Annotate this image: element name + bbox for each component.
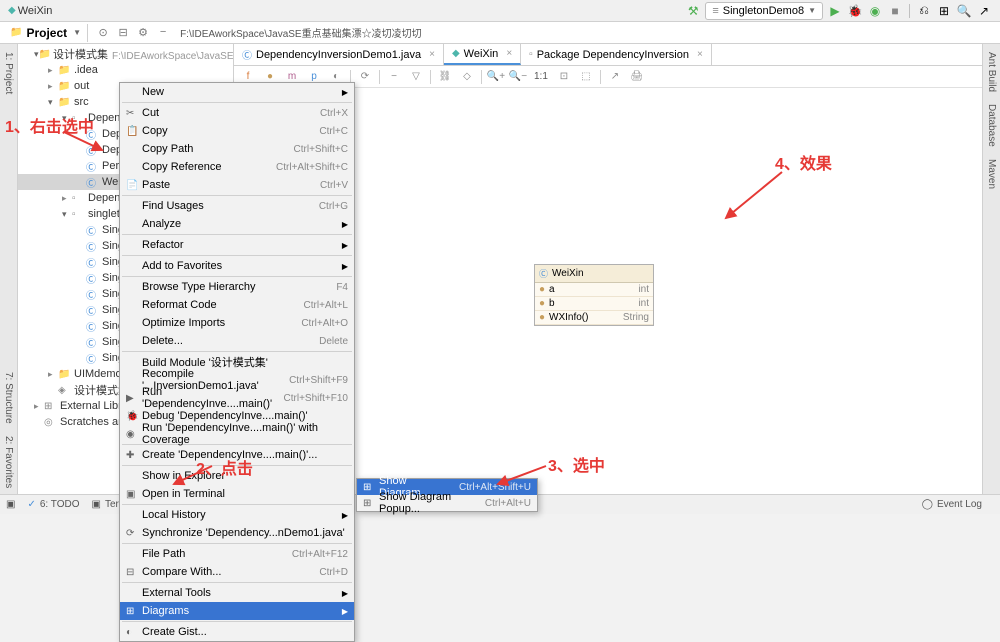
right-tool-rail: Ant Build Database Maven — [982, 44, 1000, 494]
menu-item[interactable]: Local History▶ — [120, 506, 354, 524]
menu-item[interactable]: 📄PasteCtrl+V — [120, 176, 354, 194]
status-tool-button[interactable]: ▣ — [6, 499, 15, 510]
zoom-level: 1:1 — [534, 71, 548, 82]
zoom-out-icon[interactable]: 🔍− — [508, 68, 528, 86]
menu-item[interactable]: Find UsagesCtrl+G — [120, 197, 354, 215]
menu-item[interactable]: ◐Create Gist... — [120, 623, 354, 641]
window-title: WeiXin — [18, 5, 53, 17]
menu-item[interactable]: ◉Run 'DependencyInve....main()' with Cov… — [120, 425, 354, 443]
export-icon[interactable]: ↗ — [605, 68, 625, 86]
zoom-in-icon[interactable]: 🔍+ — [486, 68, 506, 86]
settings-icon[interactable]: ⚙ — [134, 26, 152, 39]
menu-item[interactable]: Delete...Delete — [120, 332, 354, 350]
app-icon: ◆ — [8, 5, 16, 16]
update-icon[interactable]: ⊞ — [936, 3, 952, 19]
editor-tab[interactable]: ◆WeiXin× — [444, 44, 521, 65]
rail-maven[interactable]: Maven — [986, 159, 997, 189]
class-icon: Ⓒ — [539, 267, 548, 280]
uml-class-box[interactable]: Ⓒ WeiXin ●aint●bint●WXInfo()String — [534, 264, 654, 326]
menu-item[interactable]: Browse Type HierarchyF4 — [120, 278, 354, 296]
menu-item[interactable]: Add to Favorites▶ — [120, 257, 354, 275]
menu-item[interactable]: ⟳Synchronize 'Dependency...nDemo1.java' — [120, 524, 354, 542]
editor-tab[interactable]: ⒸDependencyInversionDemo1.java× — [234, 44, 444, 65]
link-icon[interactable]: ⛓ — [435, 68, 455, 86]
panel-name: Project — [26, 26, 67, 40]
hide-icon[interactable]: − — [154, 26, 172, 39]
uml-member: ●bint — [535, 297, 653, 311]
menu-item[interactable]: ▣Open in Terminal — [120, 485, 354, 503]
run-config-name: SingletonDemo8 — [723, 5, 804, 17]
submenu-item[interactable]: ⊞Show Diagram Popup...Ctrl+Alt+U — [357, 495, 537, 511]
config-icon: ≡ — [712, 5, 718, 17]
menu-item[interactable]: 📋CopyCtrl+C — [120, 122, 354, 140]
run-toolbar: ⚒ ≡ SingletonDemo8 ▼ ▶ 🐞 ◉ ■ ⎌ ⊞ 🔍 ↗ — [685, 2, 992, 20]
diagram-submenu[interactable]: ⊞Show Diagram...Ctrl+Alt+Shift+U⊞Show Di… — [356, 478, 538, 512]
leaf-icon[interactable]: ◇ — [457, 68, 477, 86]
coverage-button[interactable]: ◉ — [867, 3, 883, 19]
breadcrumb[interactable]: F:\IDEAworkSpace\JavaSE重点基础集漂☆凌切凌切切 — [180, 25, 422, 40]
title-bar: ◆ WeiXin ⚒ ≡ SingletonDemo8 ▼ ▶ 🐞 ◉ ■ ⎌ … — [0, 0, 1000, 22]
rail-ant[interactable]: Ant Build — [986, 52, 997, 92]
run-config-selector[interactable]: ≡ SingletonDemo8 ▼ — [705, 2, 823, 20]
menu-item[interactable]: Copy PathCtrl+Shift+C — [120, 140, 354, 158]
nav-bar: 📁 Project ▼ ⊙ ⊟ ⚙ − F:\IDEAworkSpace\Jav… — [0, 22, 1000, 44]
chevron-down-icon: ▼ — [73, 28, 81, 37]
stop-button[interactable]: ■ — [887, 3, 903, 19]
menu-item[interactable]: ✚Create 'DependencyInve....main()'... — [120, 446, 354, 464]
settings-icon[interactable]: ↗ — [976, 3, 992, 19]
close-icon[interactable]: × — [506, 48, 512, 59]
print-icon[interactable]: 🖨 — [627, 68, 647, 86]
debug-button[interactable]: 🐞 — [847, 3, 863, 19]
context-menu[interactable]: New▶ ✂CutCtrl+X📋CopyCtrl+CCopy PathCtrl+S… — [119, 82, 355, 642]
git-icon[interactable]: ⎌ — [916, 3, 932, 19]
uml-member: ●aint — [535, 283, 653, 297]
menu-item[interactable]: Optimize ImportsCtrl+Alt+O — [120, 314, 354, 332]
menu-item[interactable]: New▶ — [120, 83, 354, 101]
menu-item[interactable]: ⊟Compare With...Ctrl+D — [120, 563, 354, 581]
rail-structure[interactable]: 7: Structure — [3, 372, 14, 424]
editor-tab[interactable]: ▫Package DependencyInversion× — [521, 44, 712, 65]
build-icon[interactable]: ⚒ — [685, 3, 701, 19]
editor-tabs: ⒸDependencyInversionDemo1.java×◆WeiXin×▫… — [234, 44, 982, 66]
rail-database[interactable]: Database — [986, 104, 997, 147]
menu-item[interactable]: Copy ReferenceCtrl+Alt+Shift+C — [120, 158, 354, 176]
event-log-button[interactable]: ◯Event Log — [922, 499, 982, 510]
tree-item-设计模式集[interactable]: ▾📁设计模式集F:\IDEAworkSpace\JavaSE重点基础集漂漂切切漂… — [18, 46, 233, 62]
left-tool-rail: 1: Project 7: Structure 2: Favorites — [0, 44, 18, 494]
rail-favorites[interactable]: 2: Favorites — [3, 436, 14, 488]
filter-icon[interactable]: ▽ — [406, 68, 426, 86]
menu-item[interactable]: Show in Explorer — [120, 467, 354, 485]
menu-item[interactable]: ▶Run 'DependencyInve....main()'Ctrl+Shif… — [120, 389, 354, 407]
run-button[interactable]: ▶ — [827, 3, 843, 19]
close-icon[interactable]: × — [429, 49, 435, 60]
menu-item[interactable]: Refactor▶ — [120, 236, 354, 254]
menu-item[interactable]: ✂CutCtrl+X — [120, 104, 354, 122]
uml-member: ●WXInfo()String — [535, 311, 653, 325]
menu-item[interactable]: ⊞Diagrams▶ — [120, 602, 354, 620]
select-opened-icon[interactable]: ⊙ — [94, 26, 112, 39]
search-icon[interactable]: 🔍 — [956, 3, 972, 19]
rail-project[interactable]: 1: Project — [3, 52, 14, 94]
actual-icon[interactable]: ⬚ — [576, 68, 596, 86]
fit-icon[interactable]: ⊡ — [554, 68, 574, 86]
project-tab[interactable]: 📁 Project ▼ — [4, 24, 88, 42]
tree-item-.idea[interactable]: ▸📁.idea — [18, 62, 233, 78]
chevron-down-icon: ▼ — [808, 6, 816, 15]
menu-item[interactable]: Reformat CodeCtrl+Alt+L — [120, 296, 354, 314]
zoom-out-icon[interactable]: − — [384, 68, 404, 86]
refresh-icon[interactable]: ⟳ — [355, 68, 375, 86]
todo-button[interactable]: ✓6: TODO — [27, 499, 79, 510]
uml-class-name: WeiXin — [552, 268, 584, 279]
menu-item[interactable]: File PathCtrl+Alt+F12 — [120, 545, 354, 563]
folder-icon: 📁 — [10, 27, 22, 38]
close-icon[interactable]: × — [697, 49, 703, 60]
menu-item[interactable]: External Tools▶ — [120, 584, 354, 602]
menu-item[interactable]: Analyze▶ — [120, 215, 354, 233]
collapse-icon[interactable]: ⊟ — [114, 26, 132, 39]
